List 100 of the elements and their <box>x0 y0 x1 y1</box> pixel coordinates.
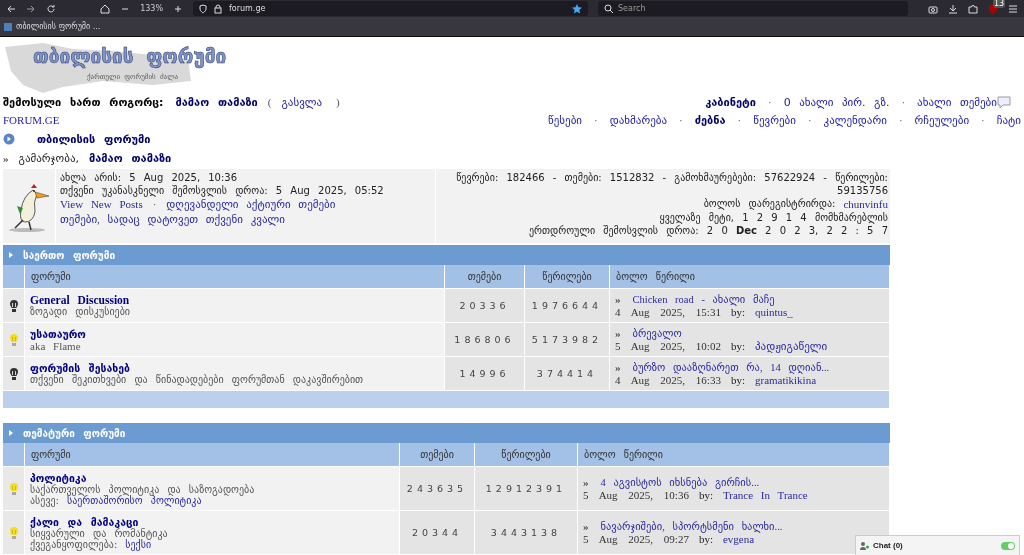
forum-description: ზოგადი დისკუსიები <box>30 306 132 317</box>
column-header: ბოლო წერილი <box>610 265 890 289</box>
logout-link[interactable]: გასვლა <box>281 95 323 109</box>
badge-count: 13 <box>993 0 1006 8</box>
forum-description: სიყვარული და რომანტიკა <box>30 527 169 539</box>
separator: · <box>981 114 985 126</box>
column-header: წერილები <box>475 443 578 467</box>
post-date: 4 Aug 2025, 15:31 <box>615 306 721 318</box>
nav-link[interactable]: წევრები <box>753 113 796 127</box>
record-stats: ერთდროული შემოსვლის დროა: 2 0 Dec 2 0 2 3, 2 2 : 5 7 <box>529 225 888 236</box>
last-post-link[interactable]: ბრევალო <box>632 326 682 339</box>
by-label: by: <box>698 489 713 501</box>
parenthesis: ) <box>336 96 340 108</box>
record-stats: ყველაზე მეტი, 1 2 9 1 4 მომხმარებლის <box>659 212 888 223</box>
header-link[interactable]: ახალი თემები <box>917 95 997 109</box>
post-date: 5 Aug 2025, 10:36 <box>583 489 689 501</box>
post-count: 374414 <box>525 357 610 391</box>
post-marker: » <box>615 361 621 373</box>
post-count: 1976644 <box>525 289 610 323</box>
newest-member-label: ბოლოს დარეგისტრირდა: <box>703 198 836 210</box>
author-link[interactable]: პადჟიგაწელი <box>754 339 828 353</box>
post-marker: » <box>583 476 589 488</box>
username-link[interactable]: მამაო თამაზი <box>89 151 172 165</box>
separator: · <box>594 114 598 126</box>
quick-link[interactable]: View New Posts <box>60 198 143 211</box>
author-link[interactable]: quintus_ <box>754 306 793 318</box>
subforum-link[interactable]: სექსი <box>125 538 152 550</box>
chat-label[interactable]: Chat (0) <box>873 541 903 550</box>
forum-link[interactable]: General Discussion <box>30 294 439 306</box>
forum-description: საქართველოს პოლიტიკა და საზოგადოება <box>30 483 256 495</box>
separator: · <box>152 198 157 211</box>
search-field[interactable]: Search <box>598 1 908 16</box>
forum-link[interactable]: ფორუმის შესახებ <box>30 362 439 374</box>
category-title: თემატური ფორუმი <box>23 427 126 439</box>
last-post-link[interactable]: Chicken road - ახალი მაჩე <box>632 293 775 305</box>
post-marker: » <box>583 520 589 532</box>
header-link[interactable]: კაბინეტი <box>705 95 756 109</box>
by-label: by: <box>698 533 713 545</box>
greeting-text: გამარჯობა, <box>18 151 79 165</box>
last-post-link[interactable]: 4 აგვისტოს იხსნება გირჩის... <box>600 476 760 488</box>
breadcrumb-marker: » <box>3 152 9 164</box>
topic-count: 243635 <box>400 467 475 511</box>
nav-link[interactable]: რჩეულები <box>914 113 970 127</box>
nav-link[interactable]: ჩატი <box>996 113 1021 127</box>
url-text: forum.ge <box>229 4 266 13</box>
category-title: საერთო ფორუმი <box>23 249 116 261</box>
login-status: შემოსული ხართ როგორც: <box>3 95 164 109</box>
nav-link[interactable]: ძებნა <box>694 113 726 127</box>
header-link[interactable]: 0 ახალი პირ. გზ. <box>783 95 890 109</box>
post-count: 12912391 <box>475 467 578 511</box>
by-label: by: <box>730 306 745 318</box>
post-date: 5 Aug 2025, 10:02 <box>615 339 721 353</box>
last-visit-time: თქვენი უკანასკნელი შემოსვლის დროა: 5 Aug 2025, 05:52 <box>60 185 385 196</box>
nav-link[interactable]: წესები <box>548 113 583 127</box>
quick-link[interactable]: დღევანდელი აქტიური თემები <box>166 198 336 211</box>
post-count: 3443138 <box>475 511 578 555</box>
last-post-link[interactable]: ნავარჯიშები, სპორტსმენი ხალხი... <box>600 520 783 532</box>
address-bar[interactable]: forum.ge <box>193 1 588 16</box>
username-link[interactable]: მამაო თამაზი <box>175 95 258 109</box>
post-date: 5 Aug 2025, 09:27 <box>583 533 689 545</box>
subforum-label: ქვეგანყოფილება: <box>30 538 118 550</box>
by-label: by: <box>730 374 745 386</box>
topic-count: 186806 <box>445 323 525 357</box>
forum-link[interactable]: პოლიტიკა <box>30 471 394 484</box>
author-link[interactable]: evgena <box>722 533 755 545</box>
forum-link[interactable]: ქალი და მამაკაცი <box>30 515 394 528</box>
column-header: თემები <box>400 443 475 467</box>
post-count: 5173982 <box>525 323 610 357</box>
forum-stats: წევრები: 182466 - თემები: 1512832 - გამოხმაურებები: 57622924 - წერილები: <box>456 172 888 183</box>
member-link[interactable]: chunvinfu <box>843 198 888 210</box>
column-header: ფორუმი <box>25 443 400 467</box>
topic-count: 20344 <box>400 511 475 555</box>
bookmark-item[interactable]: თბილისის ფორუმი ... <box>16 22 101 31</box>
separator: · <box>737 114 742 126</box>
separator: · <box>898 114 903 126</box>
quick-link[interactable]: თემები, სადაც დატოვეთ თქვენი კვალი <box>60 213 285 226</box>
author-link[interactable]: gramatikikina <box>754 374 817 386</box>
column-header: ფორუმი <box>25 265 445 289</box>
breadcrumb-link[interactable]: თბილისის ფორუმი <box>37 132 151 146</box>
post-marker: » <box>615 293 621 305</box>
post-date: 4 Aug 2025, 16:33 <box>615 374 721 386</box>
parenthesis: ( <box>267 96 272 108</box>
forum-description: თქვენი შეკითხვები და წინადადებები ფორუმთან დაკავშირებით <box>30 374 365 385</box>
site-link[interactable]: FORUM.GE <box>3 114 60 126</box>
separator: · <box>679 114 683 126</box>
nav-link[interactable]: დახმარება <box>609 113 668 127</box>
nav-link[interactable]: კალენდარი <box>823 113 887 127</box>
forum-link[interactable]: უსათაურო <box>30 327 439 340</box>
by-label: by: <box>730 339 745 353</box>
forum-stats: 59135756 <box>837 185 888 196</box>
topic-count: 20336 <box>445 289 525 323</box>
separator: · <box>807 114 812 126</box>
last-post-link[interactable]: ბურზო დააზღნარეთ რა, 14 დღიან... <box>632 361 830 373</box>
post-marker: » <box>615 326 621 339</box>
forum-description: aka Flame <box>30 339 81 352</box>
column-header: თემები <box>445 265 525 289</box>
author-link[interactable]: Trance In Trance <box>722 489 808 501</box>
current-time: ახლა არის: 5 Aug 2025, 10:36 <box>60 172 239 183</box>
zoom-level[interactable]: 133% <box>140 4 163 13</box>
column-header: ბოლო წერილი <box>578 443 890 467</box>
